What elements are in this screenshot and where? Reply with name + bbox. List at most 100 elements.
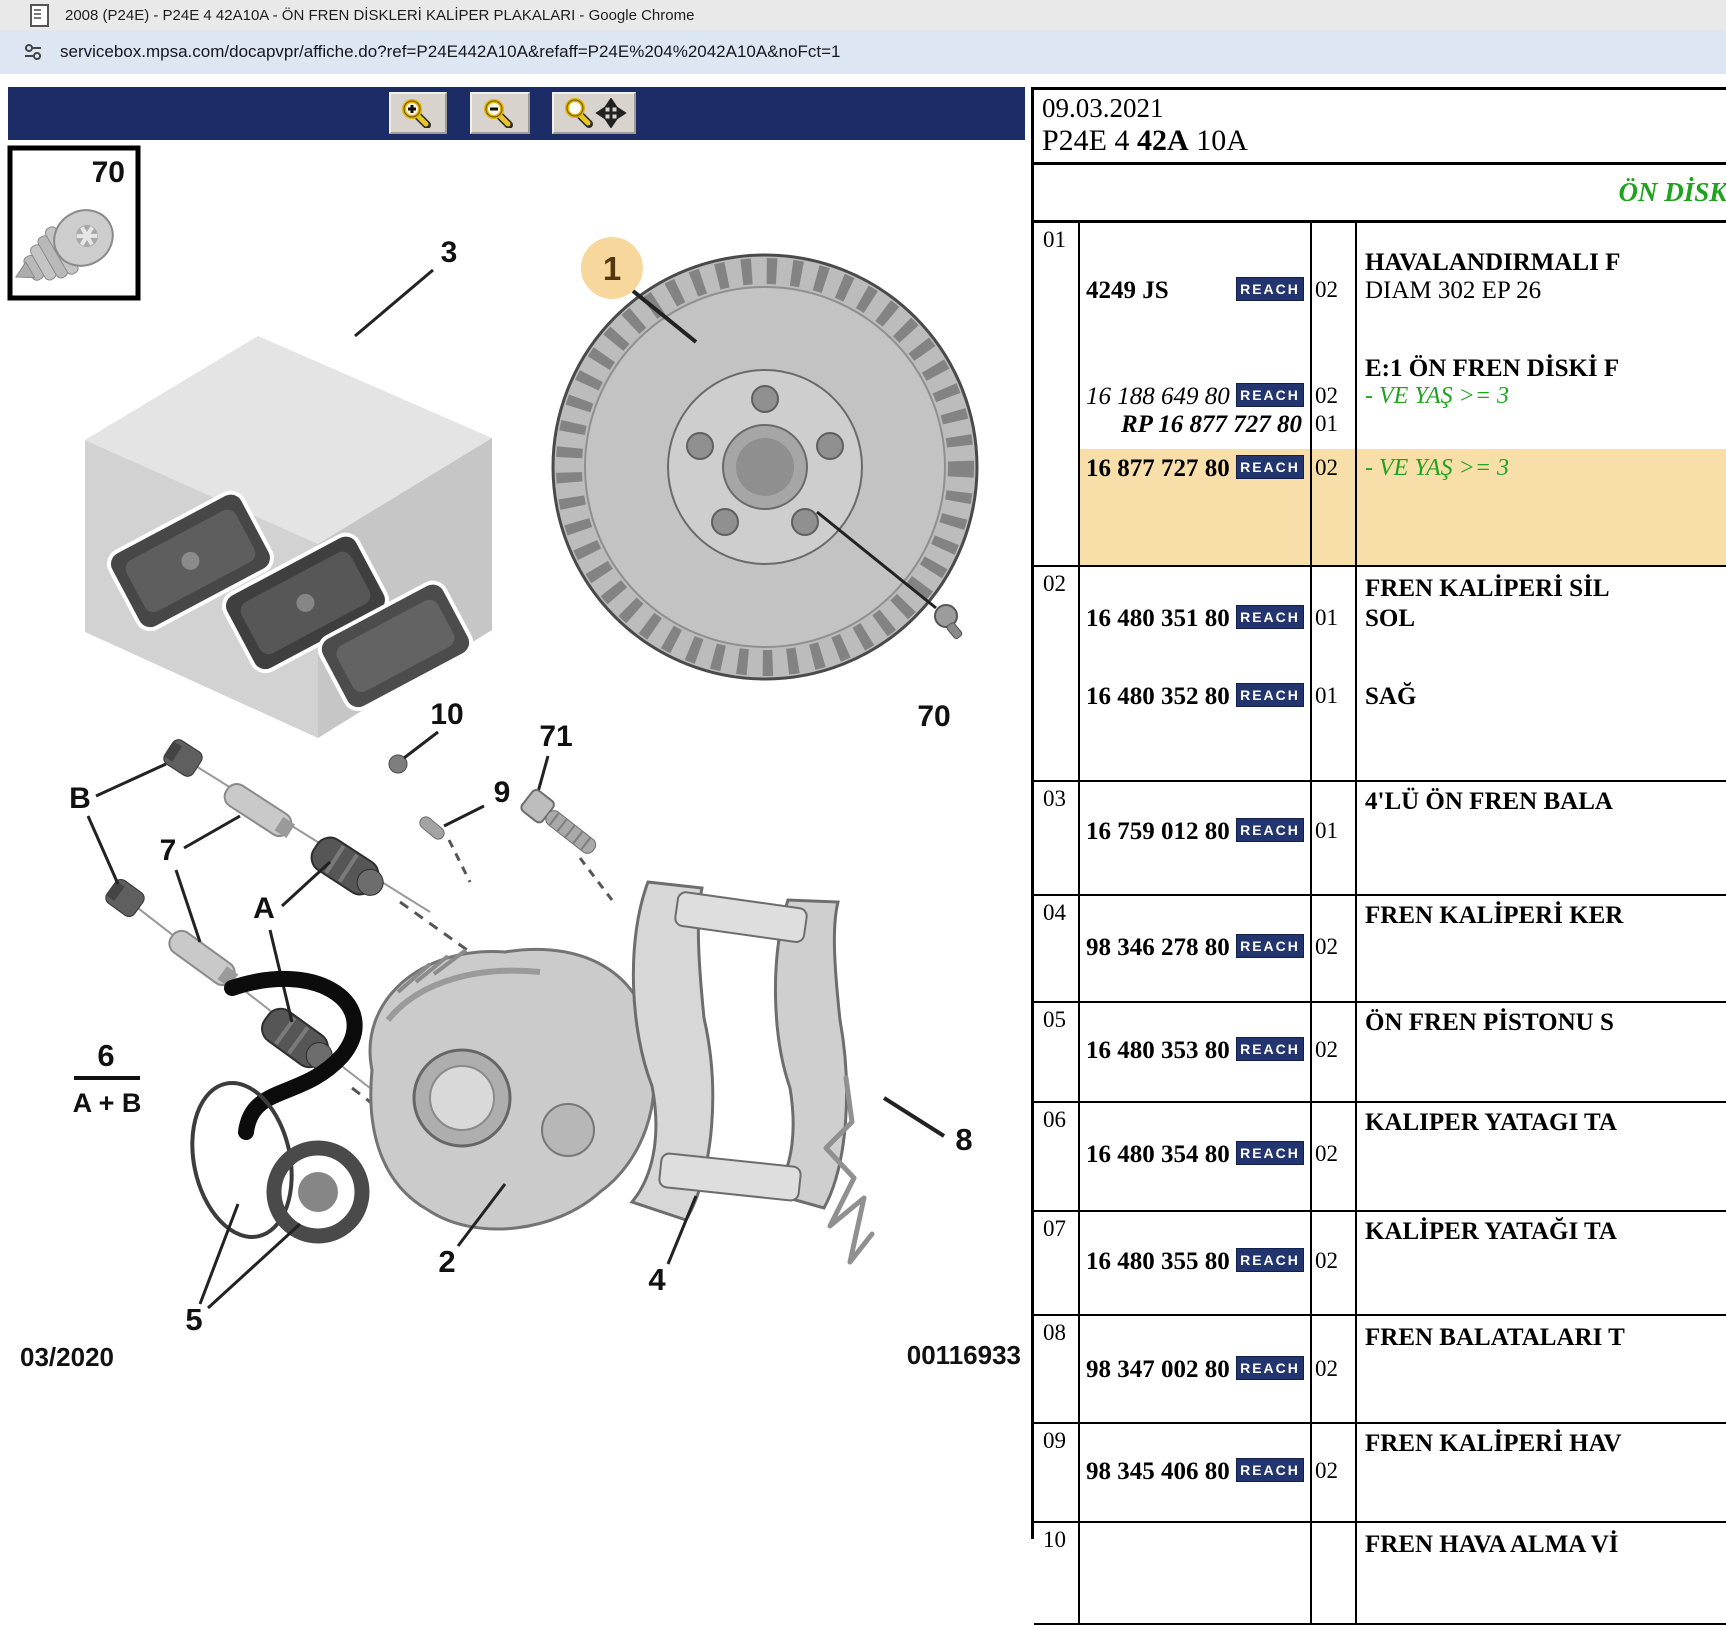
viewer-toolbar (8, 87, 1025, 140)
callout-A-plus-B[interactable]: A + B (73, 1088, 142, 1118)
table-line: 98 347 002 80REACH 02 (1034, 1356, 1726, 1386)
quantity: 02 (1315, 1356, 1338, 1382)
quantity: 02 (1315, 934, 1338, 960)
url-text[interactable]: servicebox.mpsa.com/docapvpr/affiche.do?… (60, 42, 840, 62)
url-bar[interactable]: servicebox.mpsa.com/docapvpr/affiche.do?… (0, 30, 1726, 74)
callout-71[interactable]: 71 (539, 720, 572, 753)
caliper-bolt (519, 788, 601, 860)
part-number: 98 347 002 80 (1086, 1356, 1230, 1384)
reach-badge[interactable]: REACH (1236, 277, 1304, 301)
callout-70-inset[interactable]: 70 (92, 156, 125, 189)
reach-badge[interactable]: REACH (1236, 818, 1304, 842)
part-number: 16 188 649 80 (1086, 383, 1230, 411)
part-number: 16 480 352 80 (1086, 683, 1230, 711)
zoom-in-icon (396, 98, 440, 128)
table-row: 08FREN BALATALARI T98 347 002 80REACH02 (1034, 1316, 1726, 1424)
part-number: 16 480 354 80 (1086, 1141, 1230, 1169)
quantity: 01 (1315, 411, 1338, 437)
callout-5[interactable]: 5 (185, 1302, 202, 1337)
table-line: E:1 ÖN FREN DİSKİ F (1034, 355, 1726, 385)
reach-badge[interactable]: REACH (1236, 934, 1304, 958)
reach-badge[interactable]: REACH (1236, 1356, 1304, 1380)
diagram-sheet-number: 00116933 (907, 1340, 1021, 1370)
table-line: 16 480 355 80REACH 02 (1034, 1248, 1726, 1278)
part-description: SOL (1365, 605, 1415, 633)
part-number: 16 480 355 80 (1086, 1248, 1230, 1276)
table-row: 06KALIPER YATAGI TA16 480 354 80REACH02 (1034, 1103, 1726, 1212)
callout-A[interactable]: A (253, 892, 275, 925)
quantity: 02 (1315, 1141, 1338, 1167)
guide-pin-upper (161, 737, 470, 952)
table-line: 98 346 278 80REACH02 (1034, 934, 1726, 964)
callout-4[interactable]: 4 (648, 1262, 666, 1297)
reach-badge[interactable]: REACH (1236, 1458, 1304, 1482)
reach-badge[interactable]: REACH (1236, 455, 1304, 479)
quantity: 02 (1315, 455, 1338, 481)
part-description: DIAM 302 EP 26 (1365, 277, 1541, 305)
table-header: 09.03.2021 P24E 4 42A 10A (1034, 90, 1726, 165)
callout-7[interactable]: 7 (160, 834, 177, 867)
pan-zoom-icon (561, 98, 627, 128)
table-line: FREN KALİPERİ HAV (1034, 1430, 1726, 1460)
callout-B[interactable]: B (69, 782, 91, 815)
reach-badge[interactable]: REACH (1236, 383, 1304, 407)
part-description: E:1 ÖN FREN DİSKİ F (1365, 355, 1619, 383)
page-background-gap (0, 74, 1726, 87)
quantity: 02 (1315, 1037, 1338, 1063)
reach-badge[interactable]: REACH (1236, 1248, 1304, 1272)
table-line: 98 345 406 80REACH02 (1034, 1458, 1726, 1488)
callout-3[interactable]: 3 (441, 236, 458, 269)
reach-badge[interactable]: REACH (1236, 1037, 1304, 1061)
part-description: KALİPER YATAĞI TA (1365, 1218, 1617, 1246)
section-title: ÖN DİSK Ç (1034, 165, 1726, 223)
table-line: 16 877 727 80REACH02- VE YAŞ >= 3 (1034, 455, 1726, 485)
part-description: FREN KALİPERİ KER (1365, 902, 1623, 930)
zoom-in-button[interactable] (389, 92, 447, 134)
part-number: 16 480 353 80 (1086, 1037, 1230, 1065)
part-description: - VE YAŞ >= 3 (1365, 455, 1509, 482)
site-settings-icon[interactable] (20, 42, 46, 62)
callout-10[interactable]: 10 (430, 698, 463, 731)
reach-badge[interactable]: REACH (1236, 605, 1304, 629)
reach-badge[interactable]: REACH (1236, 1141, 1304, 1165)
table-line: ÖN FREN PİSTONU S (1034, 1009, 1726, 1039)
callout-70-screw[interactable]: 70 (917, 700, 950, 733)
zoom-out-icon (478, 98, 522, 128)
table-row: 02FREN KALİPERİ SİL16 480 351 80REACH01S… (1034, 567, 1726, 782)
callout-6[interactable]: 6 (97, 1038, 114, 1073)
part-number: 16 759 012 80 (1086, 818, 1230, 846)
quantity: 02 (1315, 383, 1338, 409)
callout-1[interactable]: 1 (603, 250, 621, 287)
small-pin (417, 814, 446, 841)
table-row: 05ÖN FREN PİSTONU S16 480 353 80REACH02 (1034, 1003, 1726, 1103)
callout-2[interactable]: 2 (438, 1244, 455, 1279)
table-row: 10FREN HAVA ALMA Vİ (1034, 1523, 1726, 1625)
parts-diagram: 70 (0, 140, 1031, 1536)
parts-table: 09.03.2021 P24E 4 42A 10A ÖN DİSK Ç 01HA… (1031, 87, 1726, 1539)
reach-badge[interactable]: REACH (1236, 683, 1304, 707)
ref-prefix: P24E 4 (1042, 124, 1137, 157)
quantity: 01 (1315, 683, 1338, 709)
table-rows: 01HAVALANDIRMALI F4249 JSREACH02DIAM 302… (1034, 223, 1726, 1625)
table-row: 04FREN KALİPERİ KER98 346 278 80REACH02 (1034, 896, 1726, 1003)
zoom-out-button[interactable] (470, 92, 530, 134)
table-row: 01HAVALANDIRMALI F4249 JSREACH02DIAM 302… (1034, 223, 1726, 567)
part-description: SAĞ (1365, 683, 1416, 711)
part-number: 98 345 406 80 (1086, 1458, 1230, 1486)
table-line: 16 759 012 80REACH01 (1034, 818, 1726, 848)
callout-8[interactable]: 8 (955, 1122, 972, 1157)
part-description: FREN BALATALARI T (1365, 1324, 1625, 1352)
kit-6-label: 6 A + B (73, 1038, 142, 1118)
ref-bold: 42A (1137, 124, 1189, 157)
callout-9[interactable]: 9 (494, 776, 511, 809)
wheel-screw (935, 605, 963, 640)
caliper-carrier (632, 882, 847, 1220)
quantity: 01 (1315, 605, 1338, 631)
part-description: KALIPER YATAGI TA (1365, 1109, 1617, 1137)
pan-zoom-button[interactable] (552, 92, 636, 134)
table-row: 09FREN KALİPERİ HAV98 345 406 80REACH02 (1034, 1424, 1726, 1523)
quantity: 02 (1315, 1248, 1338, 1274)
table-line: 16 480 351 80REACH01SOL (1034, 605, 1726, 635)
table-line: RP 16 877 727 8001 (1034, 411, 1726, 441)
table-line: 16 188 649 80REACH02- VE YAŞ >= 3 (1034, 383, 1726, 413)
